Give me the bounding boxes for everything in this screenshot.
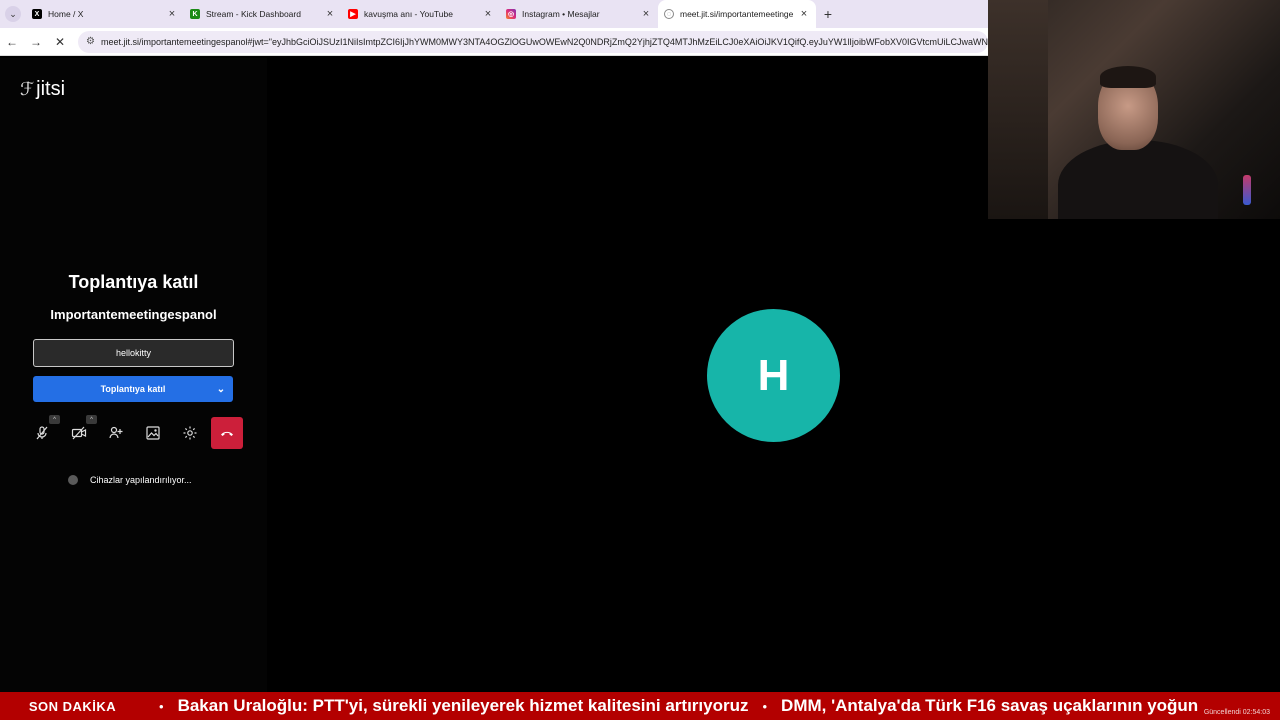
tab-title: Home / X [48, 9, 84, 19]
room-name: Importantemeetingespanol [50, 307, 217, 322]
device-status: Cihazlar yapılandırılıyor... [68, 475, 192, 485]
tab-title: kavuşma anı - YouTube [364, 9, 453, 19]
bullet-icon: • [159, 698, 164, 714]
back-arrow-icon[interactable]: ← [0, 35, 24, 49]
logo-text: jitsi [36, 78, 66, 100]
jitsi-logo-icon: ℱ [20, 79, 35, 99]
breaking-news-label: SON DAKİKA [28, 698, 117, 714]
site-info-icon[interactable]: ⚙ [86, 36, 95, 47]
webcam-video [988, 0, 1280, 219]
headline: DMM, 'Antalya'da Türk F16 savaş uçakları… [781, 696, 1199, 715]
invite-icon [109, 426, 123, 439]
tab-title: meet.jit.si/importantemeetinge [680, 9, 794, 19]
browser-tab-bar: ⌄ X Home / X × K Stream - Kick Dashboard… [0, 0, 988, 28]
background-icon [146, 426, 160, 440]
chevron-down-icon: ⌄ [5, 6, 21, 22]
join-meeting-button[interactable]: Toplantıya katıl ⌄ [33, 376, 233, 402]
url-text: meet.jit.si/importantemeetingespanol#jwt… [100, 36, 988, 47]
settings-icon [183, 426, 197, 440]
browser-tab-x[interactable]: X Home / X × [26, 0, 184, 28]
stop-loading-icon[interactable]: ✕ [48, 35, 72, 49]
hangup-button[interactable] [211, 417, 243, 449]
browser-tab-kick[interactable]: K Stream - Kick Dashboard × [184, 0, 342, 28]
close-tab-icon[interactable]: × [798, 8, 810, 20]
forward-arrow-icon[interactable]: → [24, 35, 48, 49]
kick-logo-icon: K [190, 9, 200, 19]
browser-tab-jitsi[interactable]: ◌ meet.jit.si/importantemeetinge × [658, 0, 816, 28]
browser-tab-instagram[interactable]: ◎ Instagram • Mesajlar × [500, 0, 658, 28]
microphone-toggle[interactable]: ^ [26, 415, 60, 449]
chevron-down-icon[interactable]: ⌄ [209, 384, 233, 395]
status-indicator-icon [68, 475, 78, 485]
headline: Bakan Uraloğlu: PTT'yi, sürekli yenileye… [177, 696, 749, 715]
close-tab-icon[interactable]: × [640, 8, 652, 20]
close-tab-icon[interactable]: × [482, 8, 494, 20]
new-tab-button[interactable]: + [816, 6, 840, 22]
participant-avatar: H [707, 309, 840, 442]
device-controls: ^ ^ [26, 415, 248, 449]
tab-search-button[interactable]: ⌄ [0, 0, 26, 28]
camera-toggle[interactable]: ^ [63, 415, 97, 449]
globe-icon: ◌ [664, 9, 674, 19]
tab-title: Stream - Kick Dashboard [206, 9, 301, 19]
display-name-input[interactable] [33, 339, 234, 367]
x-logo-icon: X [32, 9, 42, 19]
status-text: Cihazlar yapılandırılıyor... [90, 475, 192, 485]
close-tab-icon[interactable]: × [324, 8, 336, 20]
instagram-icon: ◎ [506, 9, 516, 19]
address-bar[interactable]: ⚙ meet.jit.si/importantemeetingespanol#j… [78, 30, 988, 53]
bullet-icon: • [762, 698, 768, 714]
browser-toolbar: ← → ✕ ⚙ meet.jit.si/importantemeetingesp… [0, 28, 988, 56]
jitsi-logo[interactable]: ℱ jitsi [20, 78, 65, 101]
close-tab-icon[interactable]: × [166, 8, 178, 20]
updated-timestamp: Güncellendi 02:54:03 [1203, 709, 1270, 716]
camera-off-icon [71, 426, 87, 440]
caret-up-icon[interactable]: ^ [49, 415, 60, 424]
browser-tab-youtube[interactable]: ▶ kavuşma anı - YouTube × [342, 0, 500, 28]
youtube-icon: ▶ [348, 9, 358, 19]
prejoin-panel: ℱ jitsi Toplantıya katıl Importantemeeti… [0, 58, 267, 692]
join-button-label: Toplantıya katıl [100, 384, 166, 394]
settings-button[interactable] [174, 417, 206, 449]
tab-title: Instagram • Mesajlar [522, 9, 600, 19]
news-ticker: SON DAKİKA • Bakan Uraloğlu: PTT'yi, sür… [0, 692, 1280, 720]
microphone-off-icon [36, 426, 48, 440]
hangup-icon [221, 431, 233, 436]
background-button[interactable] [137, 417, 169, 449]
page-title: Toplantıya katıl [68, 272, 199, 292]
invite-button[interactable] [100, 417, 132, 449]
caret-up-icon[interactable]: ^ [86, 415, 97, 424]
